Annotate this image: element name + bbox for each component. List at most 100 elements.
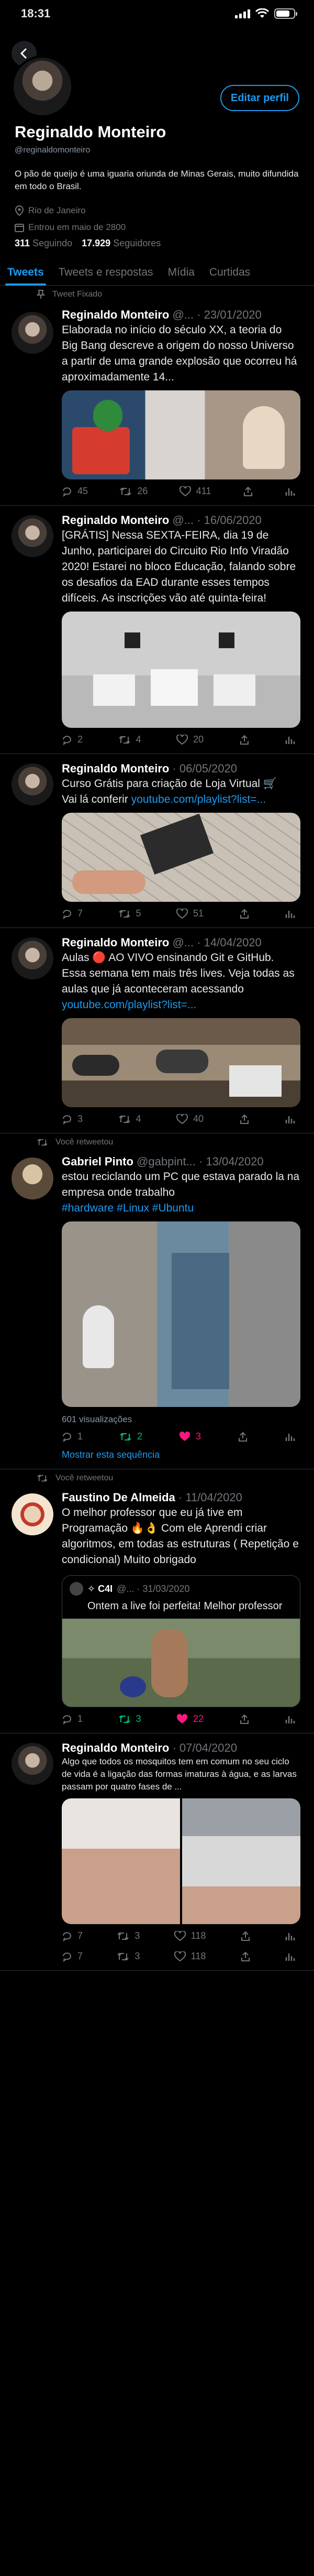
- tweet[interactable]: Reginaldo Monteiro @... · 14/04/2020 Aul…: [0, 928, 314, 1133]
- analytics-button[interactable]: [285, 1114, 295, 1125]
- analytics-button[interactable]: [285, 909, 295, 919]
- share-button[interactable]: [240, 1951, 251, 1962]
- retweet-button[interactable]: 26: [119, 486, 148, 497]
- analytics-button[interactable]: [285, 1951, 295, 1962]
- analytics-icon: [285, 1953, 295, 1961]
- reply-button[interactable]: 1: [62, 1431, 83, 1442]
- avatar[interactable]: [12, 763, 53, 805]
- like-button[interactable]: 22: [176, 1713, 204, 1724]
- edit-profile-button[interactable]: Editar perfil: [220, 85, 299, 111]
- like-button[interactable]: 411: [179, 486, 211, 497]
- reply-icon: [63, 1432, 71, 1442]
- tweet[interactable]: Reginaldo Monteiro · 07/04/2020 Algo que…: [0, 1733, 314, 1971]
- tweet-meta: @... · 14/04/2020: [172, 936, 262, 949]
- retweet-button[interactable]: 3: [117, 1951, 140, 1962]
- tweet-image[interactable]: [182, 1798, 300, 1924]
- tweet[interactable]: Reginaldo Monteiro · 06/05/2020 Curso Gr…: [0, 754, 314, 928]
- reply-button[interactable]: 3: [62, 1114, 83, 1125]
- retweet-button[interactable]: 3: [118, 1713, 141, 1724]
- analytics-button[interactable]: [285, 1714, 295, 1724]
- tab-media[interactable]: Mídia: [161, 259, 202, 285]
- analytics-icon: [285, 1716, 295, 1723]
- author-name[interactable]: Gabriel Pinto: [62, 1155, 133, 1168]
- followers-link[interactable]: 17.929 Seguidores: [82, 238, 161, 249]
- author-name[interactable]: Faustino De Almeida: [62, 1491, 175, 1504]
- analytics-button[interactable]: [285, 1931, 295, 1941]
- tweet-image[interactable]: [62, 1798, 180, 1924]
- author-name[interactable]: Reginaldo Monteiro: [62, 1741, 169, 1754]
- profile-name: Reginaldo Monteiro: [15, 123, 166, 141]
- author-name[interactable]: Reginaldo Monteiro: [62, 936, 169, 949]
- tweet-image-grid[interactable]: [62, 1798, 300, 1924]
- tweet-meta: · 06/05/2020: [172, 762, 237, 775]
- reply-button[interactable]: 7: [62, 1951, 83, 1962]
- avatar[interactable]: [12, 312, 53, 354]
- like-button[interactable]: 40: [176, 1114, 204, 1125]
- reply-icon: [63, 1715, 71, 1724]
- tab-tweets-replies[interactable]: Tweets e respostas: [51, 259, 161, 285]
- like-button[interactable]: 3: [179, 1431, 201, 1442]
- share-button[interactable]: [239, 909, 250, 919]
- share-button[interactable]: [240, 1931, 251, 1941]
- like-button[interactable]: 118: [174, 1930, 206, 1941]
- share-button[interactable]: [239, 1114, 250, 1125]
- tweet[interactable]: Reginaldo Monteiro @... · 16/06/2020 [GR…: [0, 506, 314, 754]
- reply-button[interactable]: 7: [62, 908, 83, 919]
- retweet-button[interactable]: 3: [117, 1930, 140, 1941]
- tweet-text: O melhor professor que eu já tive em Pro…: [62, 1507, 299, 1566]
- avatar[interactable]: [12, 1158, 53, 1199]
- reply-icon: [63, 1952, 71, 1962]
- tab-likes[interactable]: Curtidas: [202, 259, 257, 285]
- share-button[interactable]: [238, 1432, 248, 1442]
- tweet-link[interactable]: youtube.com/playlist?list=...: [131, 793, 266, 805]
- tweet-hashtags[interactable]: #hardware #Linux #Ubuntu: [62, 1200, 300, 1216]
- tab-tweets[interactable]: Tweets: [0, 259, 51, 286]
- like-button[interactable]: 118: [174, 1951, 206, 1962]
- quote-image[interactable]: [62, 1619, 300, 1707]
- tweet-image[interactable]: [62, 390, 300, 479]
- like-button[interactable]: 20: [176, 734, 204, 745]
- tweet-text: estou reciclando um PC que estava parado…: [62, 1171, 300, 1198]
- quoted-tweet[interactable]: ✧ C4I @... · 31/03/2020 Ontem a live foi…: [62, 1575, 300, 1707]
- view-count: 601 visualizações: [62, 1414, 132, 1424]
- retweet-button[interactable]: 2: [119, 1431, 142, 1442]
- reply-button[interactable]: 1: [62, 1713, 83, 1724]
- tweet-image[interactable]: [62, 1221, 300, 1407]
- retweet-icon: [117, 1952, 129, 1960]
- share-button[interactable]: [239, 1714, 250, 1724]
- reply-button[interactable]: 7: [62, 1930, 83, 1941]
- author-name[interactable]: Reginaldo Monteiro: [62, 308, 169, 321]
- tweet-text: [GRÁTIS] Nessa SEXTA-FEIRA, dia 19 de Ju…: [62, 529, 296, 604]
- author-name[interactable]: Reginaldo Monteiro: [62, 514, 169, 527]
- reply-icon: [63, 1931, 71, 1941]
- like-button[interactable]: 51: [176, 908, 204, 919]
- retweet-button[interactable]: 4: [118, 1114, 141, 1125]
- share-button[interactable]: [239, 735, 250, 745]
- retweet-button[interactable]: 4: [118, 734, 141, 745]
- analytics-button[interactable]: [285, 486, 295, 497]
- retweet-icon: [37, 1139, 48, 1146]
- avatar[interactable]: [12, 515, 53, 557]
- show-thread-link[interactable]: Mostrar esta sequência: [62, 1449, 300, 1460]
- cellular-signal-icon: [235, 9, 250, 18]
- following-link[interactable]: 311 Seguindo: [15, 238, 72, 249]
- tweet-image[interactable]: [62, 813, 300, 902]
- reply-button[interactable]: 45: [62, 486, 88, 497]
- tweet-link[interactable]: youtube.com/playlist?list=...: [62, 999, 196, 1011]
- avatar[interactable]: [12, 1743, 53, 1785]
- tweet-meta: · 07/04/2020: [172, 1741, 237, 1754]
- tweet-pinned[interactable]: Tweet Fixado Reginaldo Monteiro @... · 2…: [0, 286, 314, 506]
- tweet-retweeted[interactable]: Você retweetou Gabriel Pinto @gabpint...…: [0, 1133, 314, 1469]
- tweet-image[interactable]: [62, 1018, 300, 1107]
- analytics-button[interactable]: [285, 1432, 295, 1442]
- avatar[interactable]: [12, 1493, 53, 1535]
- reply-button[interactable]: 2: [62, 734, 83, 745]
- share-button[interactable]: [243, 486, 253, 497]
- author-name[interactable]: Reginaldo Monteiro: [62, 762, 169, 775]
- retweet-button[interactable]: 5: [118, 908, 141, 919]
- analytics-button[interactable]: [285, 735, 295, 745]
- tweet-retweeted[interactable]: Você retweetou Faustino De Almeida · 11/…: [0, 1469, 314, 1733]
- avatar[interactable]: [12, 937, 53, 979]
- tweet-image[interactable]: [62, 612, 300, 728]
- profile-avatar[interactable]: [12, 56, 73, 117]
